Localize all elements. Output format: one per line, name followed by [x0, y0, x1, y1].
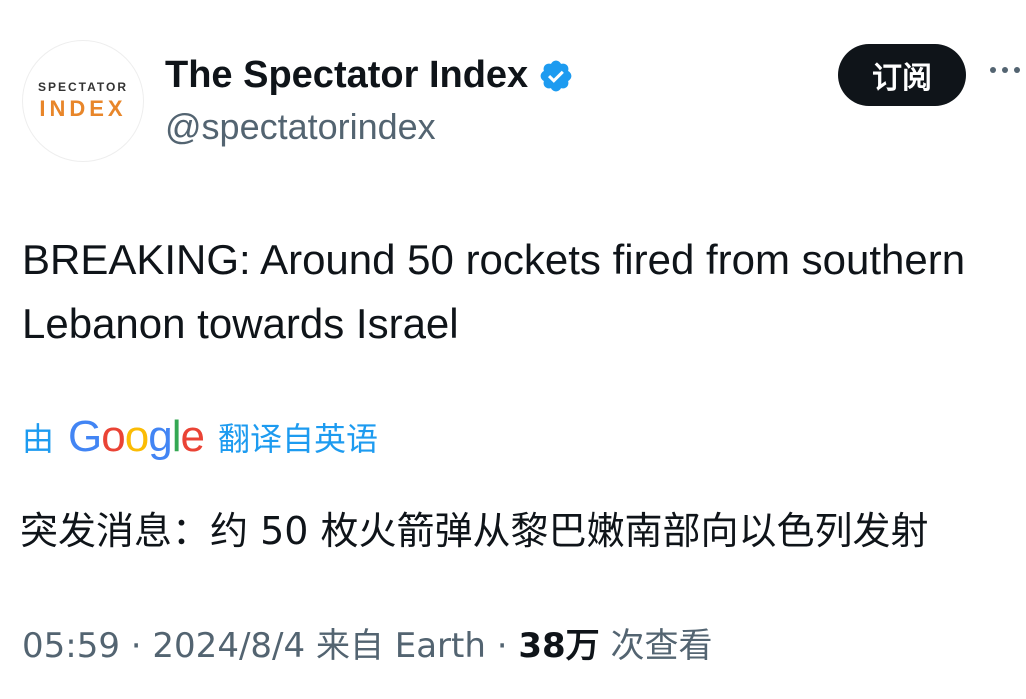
author-name-row: The Spectator Index [165, 54, 574, 97]
author-handle[interactable]: @spectatorindex [165, 106, 436, 148]
view-count: 38万 [518, 626, 600, 666]
verified-badge-icon [540, 60, 572, 91]
avatar-text-bottom: INDEX [39, 96, 127, 121]
tweet-meta: 05:59 · 2024/8/4 来自 Earth · 38万 次查看 [22, 626, 713, 666]
tweet-time[interactable]: 05:59 [22, 626, 120, 666]
translation-prefix: 由 [22, 420, 55, 458]
more-options-icon[interactable] [990, 60, 1026, 80]
translation-suffix: 翻译自英语 [217, 420, 378, 458]
tweet-source: 来自 Earth [315, 626, 486, 666]
tweet-date[interactable]: 2024/8/4 [152, 626, 305, 666]
translation-attribution[interactable]: 由 Google 翻译自英语 [22, 412, 378, 462]
subscribe-button[interactable]: 订阅 [838, 44, 966, 106]
google-logo: Google [68, 412, 205, 461]
tweet-text: BREAKING: Around 50 rockets fired from s… [22, 236, 966, 347]
author-name[interactable]: The Spectator Index [165, 54, 528, 97]
avatar-text-top: SPECTATOR [37, 80, 128, 94]
view-count-label: 次查看 [610, 626, 713, 666]
translated-text: 突发消息：约 50 枚火箭弹从黎巴嫩南部向以色列发射 [20, 509, 929, 553]
avatar[interactable]: SPECTATOR INDEX [22, 40, 144, 162]
